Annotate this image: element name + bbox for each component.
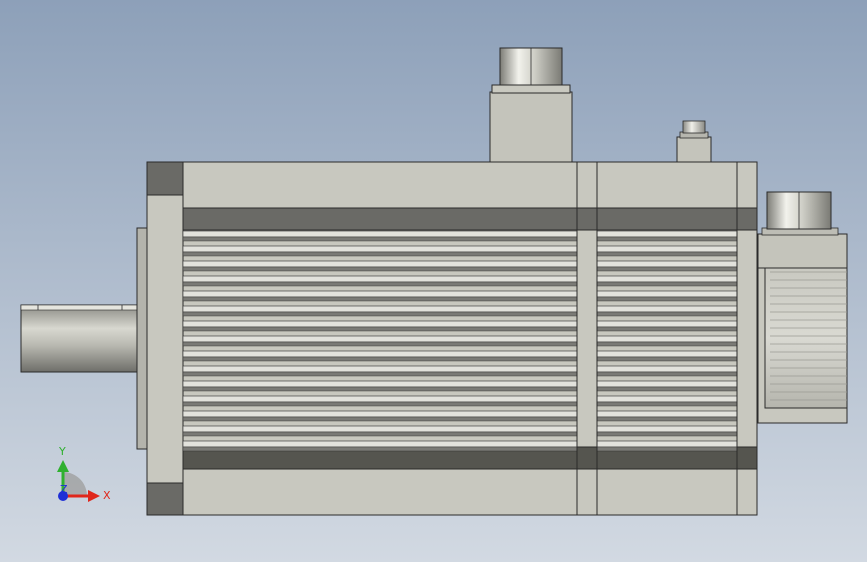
- fin-groove: [182, 236, 578, 242]
- fin-groove: [596, 341, 738, 347]
- fin-ridge: [596, 365, 738, 373]
- cad-viewport[interactable]: Y X Z: [0, 0, 867, 562]
- fin-groove: [182, 296, 578, 302]
- fin-ridge: [596, 440, 738, 448]
- fin-groove: [182, 281, 578, 287]
- fin-ridge: [596, 395, 738, 403]
- fin-ridge: [596, 260, 738, 268]
- fin-groove: [182, 371, 578, 377]
- fin-ridge: [182, 380, 578, 388]
- motor-housing: [182, 161, 758, 516]
- fin-ridge: [182, 290, 578, 298]
- fin-groove: [182, 386, 578, 392]
- fin-groove: [182, 401, 578, 407]
- fin-ridge: [596, 380, 738, 388]
- fin-ridge: [182, 230, 578, 238]
- fin-ridge: [182, 425, 578, 433]
- fin-ridge: [596, 335, 738, 343]
- x-axis-label: X: [103, 489, 111, 502]
- fin-groove: [596, 401, 738, 407]
- fin-ridge: [596, 425, 738, 433]
- fin-groove: [596, 281, 738, 287]
- y-axis-label: Y: [58, 445, 66, 458]
- fin-ridge: [182, 260, 578, 268]
- fin-ridge: [596, 305, 738, 313]
- fin-ridge: [182, 365, 578, 373]
- fin-groove: [596, 251, 738, 257]
- fin-groove: [596, 386, 738, 392]
- fin-ridge: [182, 395, 578, 403]
- fin-ridge: [596, 245, 738, 253]
- fin-groove: [182, 341, 578, 347]
- fin-groove: [596, 311, 738, 317]
- fin-groove: [596, 431, 738, 437]
- fin-groove: [596, 326, 738, 332]
- encoder-connector: [766, 191, 832, 230]
- fin-ridge: [596, 230, 738, 238]
- fin-groove: [182, 266, 578, 272]
- fin-groove: [596, 446, 738, 452]
- fin-groove: [596, 296, 738, 302]
- fin-groove: [182, 251, 578, 257]
- fin-ridge: [596, 290, 738, 298]
- fin-groove: [596, 356, 738, 362]
- fin-groove: [596, 416, 738, 422]
- fin-ridge: [596, 275, 738, 283]
- fin-ridge: [182, 335, 578, 343]
- encoder-cover: [756, 227, 848, 424]
- fin-groove: [182, 356, 578, 362]
- fin-groove: [182, 311, 578, 317]
- fin-ridge: [182, 410, 578, 418]
- fin-groove: [596, 371, 738, 377]
- fin-groove: [182, 416, 578, 422]
- fin-groove: [596, 266, 738, 272]
- fin-ridge: [182, 320, 578, 328]
- fin-ridge: [182, 350, 578, 358]
- fin-groove: [182, 326, 578, 332]
- fin-ridge: [182, 245, 578, 253]
- fin-ridge: [182, 440, 578, 448]
- output-shaft: [20, 304, 139, 373]
- fin-ridge: [182, 275, 578, 283]
- fin-ridge: [182, 305, 578, 313]
- cooling-fins: [182, 230, 738, 452]
- fin-groove: [182, 446, 578, 452]
- fin-ridge: [596, 410, 738, 418]
- fin-ridge: [596, 320, 738, 328]
- housing-ring-middle: [576, 161, 598, 516]
- power-connector: [489, 47, 573, 163]
- fin-groove: [596, 236, 738, 242]
- z-axis-label: Z: [60, 483, 68, 496]
- fin-ridge: [596, 350, 738, 358]
- top-dark-band: [182, 207, 758, 231]
- fin-groove: [182, 431, 578, 437]
- housing-ring-rear: [736, 161, 758, 516]
